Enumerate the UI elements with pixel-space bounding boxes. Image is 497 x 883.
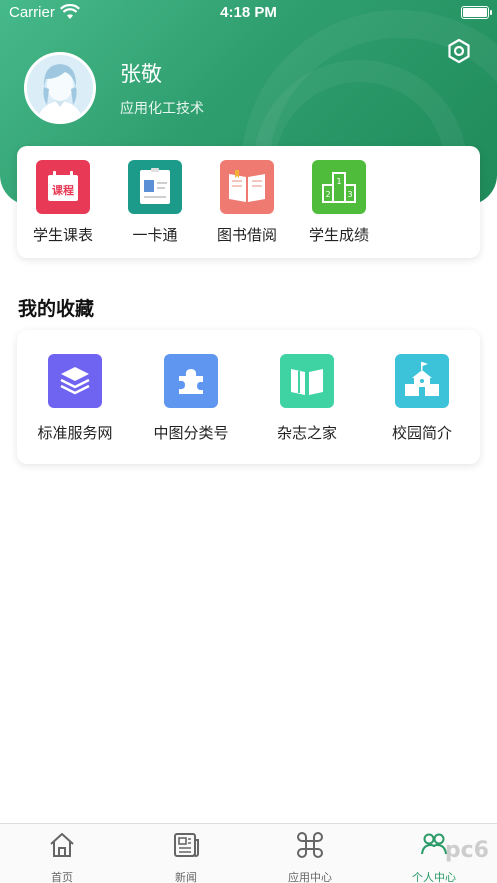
tab-home-label: 首页 bbox=[51, 871, 73, 883]
avatar-image bbox=[27, 55, 93, 121]
layers-icon bbox=[48, 354, 102, 408]
favorites-card: 标准服务网 中图分类号 杂志之家 校园简介 bbox=[17, 330, 480, 464]
status-bar: Carrier 4:18 PM bbox=[0, 0, 497, 26]
tab-bar: 首页 新闻 应用中心 个人中心 bbox=[0, 823, 497, 883]
fav-label-magazine: 杂志之家 bbox=[276, 424, 337, 442]
fav-label-campus: 校园简介 bbox=[391, 424, 452, 442]
tab-home[interactable]: 首页 bbox=[0, 830, 124, 883]
fav-label-standards: 标准服务网 bbox=[37, 424, 113, 442]
watermark-logo: pc6 bbox=[444, 838, 489, 863]
favorites-title: 我的收藏 bbox=[18, 298, 95, 320]
tab-apps-label: 应用中心 bbox=[288, 871, 332, 883]
fav-item-magazine[interactable]: 杂志之家 bbox=[249, 354, 365, 443]
book-icon bbox=[220, 160, 274, 214]
quick-actions-card: 课程 学生课表 一卡通 图书借阅 1 2 3 学生成绩 bbox=[17, 146, 480, 258]
tab-news[interactable]: 新闻 bbox=[124, 830, 248, 883]
id-card-icon bbox=[128, 160, 182, 214]
school-icon bbox=[395, 354, 449, 408]
tab-news-label: 新闻 bbox=[175, 871, 197, 883]
fav-label-classification: 中图分类号 bbox=[153, 424, 229, 442]
quick-item-grades[interactable]: 1 2 3 学生成绩 bbox=[293, 160, 385, 245]
quick-label-library: 图书借阅 bbox=[216, 226, 277, 244]
command-icon bbox=[297, 832, 323, 858]
user-major: 应用化工技术 bbox=[120, 101, 204, 117]
podium-digit-3: 3 bbox=[347, 190, 352, 199]
quick-item-library[interactable]: 图书借阅 bbox=[201, 160, 293, 245]
calendar-icon-text: 课程 bbox=[52, 183, 74, 197]
fav-item-standards[interactable]: 标准服务网 bbox=[17, 354, 133, 443]
podium-digit-2: 2 bbox=[325, 190, 330, 199]
puzzle-icon bbox=[164, 354, 218, 408]
podium-icon: 1 2 3 bbox=[312, 160, 366, 214]
open-book-icon bbox=[280, 354, 334, 408]
tab-profile-label: 个人中心 bbox=[412, 871, 456, 883]
quick-item-schedule[interactable]: 课程 学生课表 bbox=[17, 160, 109, 245]
quick-label-schedule: 学生课表 bbox=[32, 226, 93, 244]
settings-icon[interactable] bbox=[446, 38, 472, 64]
quick-label-card: 一卡通 bbox=[132, 226, 178, 244]
user-name: 张敬 bbox=[120, 62, 162, 86]
quick-label-grades: 学生成绩 bbox=[308, 226, 369, 244]
clock: 4:18 PM bbox=[220, 4, 277, 21]
tab-apps[interactable]: 应用中心 bbox=[248, 830, 372, 883]
avatar[interactable] bbox=[24, 52, 96, 124]
news-icon bbox=[174, 833, 199, 857]
fav-item-classification[interactable]: 中图分类号 bbox=[133, 354, 249, 443]
quick-item-card[interactable]: 一卡通 bbox=[109, 160, 201, 245]
calendar-icon: 课程 bbox=[36, 160, 90, 214]
battery-icon bbox=[461, 6, 492, 19]
home-icon bbox=[50, 833, 74, 857]
podium-digit-1: 1 bbox=[336, 177, 341, 186]
fav-item-campus[interactable]: 校园简介 bbox=[364, 354, 480, 443]
